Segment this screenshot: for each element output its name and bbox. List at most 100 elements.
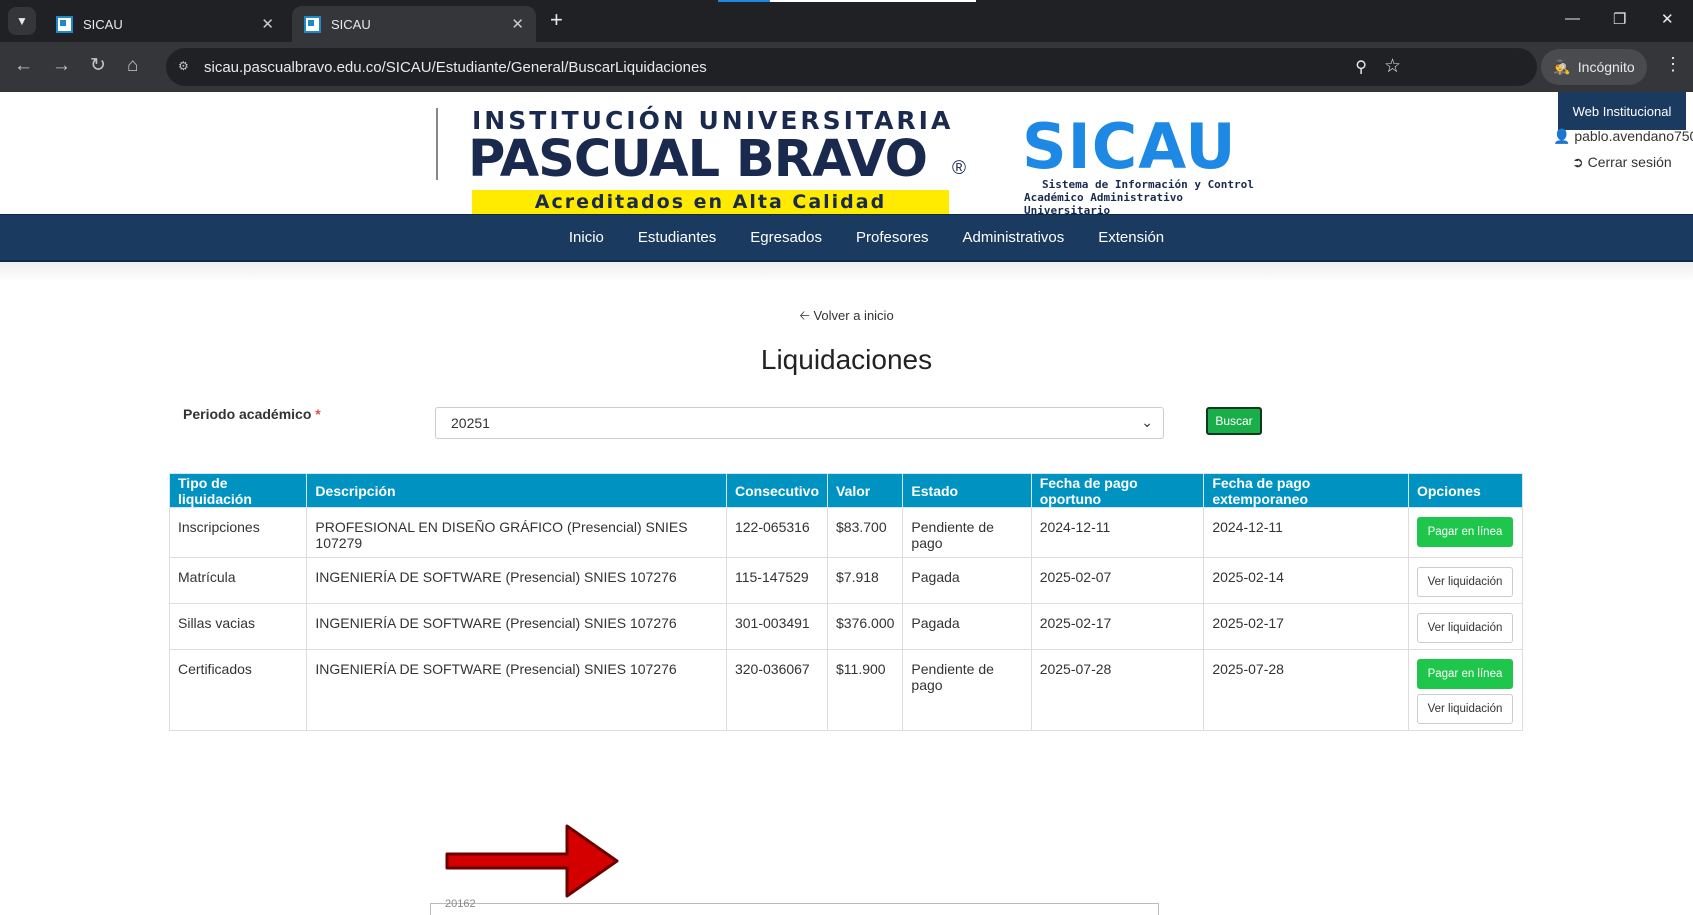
cell-descripcion: INGENIERÍA DE SOFTWARE (Presencial) SNIE… — [306, 603, 727, 650]
cell-oportuno: 2025-02-17 — [1030, 603, 1205, 650]
site-header: INSTITUCIÓN UNIVERSITARIA PASCUAL BRAVO … — [0, 92, 1693, 217]
cell-extemporaneo: 2025-07-28 — [1203, 649, 1409, 731]
col-tipo: Tipo de liquidación — [168, 473, 308, 508]
table-row: Inscripciones PROFESIONAL EN DISEÑO GRÁF… — [168, 507, 1524, 558]
username: pablo.avendano750 — [1574, 128, 1693, 144]
cell-oportuno: 2024-12-11 — [1030, 507, 1205, 558]
partial-period-value: 20162 — [445, 898, 476, 910]
incognito-profile-button[interactable]: 🕵 Incógnito — [1541, 49, 1647, 85]
cell-descripcion: PROFESIONAL EN DISEÑO GRÁFICO (Presencia… — [306, 507, 727, 558]
close-tab-icon[interactable]: ✕ — [261, 15, 274, 33]
nav-shadow — [0, 262, 1693, 282]
table-row: Matrícula INGENIERÍA DE SOFTWARE (Presen… — [168, 557, 1524, 604]
sicau-logo[interactable]: SICAU Sistema de Información y Control A… — [1020, 110, 1260, 217]
browser-tab[interactable]: SICAU ✕ — [44, 6, 286, 42]
pascual-bravo-logo[interactable]: INSTITUCIÓN UNIVERSITARIA PASCUAL BRAVO … — [436, 102, 976, 214]
cell-valor: $83.700 — [826, 507, 904, 558]
cell-consecutivo: 115-147529 — [725, 557, 829, 604]
nav-item-estudiantes[interactable]: Estudiantes — [638, 229, 716, 246]
logout-link[interactable]: ➲ Cerrar sesión — [1572, 154, 1672, 171]
view-liquidation-button[interactable]: Ver liquidación — [1416, 694, 1513, 724]
view-liquidation-button[interactable]: Ver liquidación — [1416, 567, 1513, 597]
nav-item-inicio[interactable]: Inicio — [569, 229, 604, 246]
period-select-value: 20251 — [451, 415, 490, 431]
web-institucional-button[interactable]: Web Institucional — [1558, 92, 1686, 130]
user-info: 👤 pablo.avendano750 — [1553, 128, 1693, 145]
cell-consecutivo: 320-036067 — [725, 649, 829, 731]
institution-slogan: Acreditados en Alta Calidad — [472, 190, 949, 214]
page-title: Liquidaciones — [760, 344, 933, 375]
liquidaciones-table: Tipo de liquidación Descripción Consecut… — [168, 473, 1524, 731]
cell-extemporaneo: 2025-02-17 — [1203, 603, 1409, 650]
site-info-icon[interactable]: ⚙ — [178, 59, 194, 75]
bookmark-star-icon[interactable]: ☆ — [1384, 55, 1401, 78]
user-icon: 👤 — [1553, 128, 1571, 144]
table-row: Certificados INGENIERÍA DE SOFTWARE (Pre… — [168, 649, 1524, 731]
table-header-row: Tipo de liquidación Descripción Consecut… — [168, 473, 1524, 508]
cell-estado: Pagada — [902, 603, 1032, 650]
cell-valor: $7.918 — [826, 557, 904, 604]
nav-item-extension[interactable]: Extensión — [1098, 229, 1164, 246]
sicau-subtitle-1: Sistema de Información y Control — [1042, 178, 1254, 191]
cell-descripcion: INGENIERÍA DE SOFTWARE (Presencial) SNIE… — [306, 649, 727, 731]
cell-oportuno: 2025-02-07 — [1030, 557, 1205, 604]
browser-tab-strip: ▼ SICAU ✕ SICAU ✕ + — ❐ ✕ — [0, 0, 1693, 42]
nav-item-egresados[interactable]: Egresados — [750, 229, 822, 246]
back-link-label: Volver a inicio — [813, 308, 894, 323]
cell-estado: Pendiente de pago — [902, 507, 1032, 558]
sicau-favicon-icon — [56, 15, 73, 33]
ministry-mark — [436, 108, 456, 180]
cell-extemporaneo: 2025-02-14 — [1203, 557, 1409, 604]
col-descripcion: Descripción — [306, 473, 727, 508]
cell-estado: Pendiente de pago — [902, 649, 1032, 731]
sicau-favicon-icon — [304, 15, 321, 33]
col-consecutivo: Consecutivo — [725, 473, 829, 508]
cell-consecutivo: 122-065316 — [725, 507, 829, 558]
browser-tab-active[interactable]: SICAU ✕ — [292, 6, 536, 42]
tab-search-chevron-icon[interactable]: ▼ — [8, 7, 36, 35]
search-button[interactable]: Buscar — [1206, 407, 1262, 435]
period-label: Periodo académico * — [183, 406, 321, 422]
view-liquidation-button[interactable]: Ver liquidación — [1416, 613, 1513, 643]
pay-online-button[interactable]: Pagar en línea — [1416, 659, 1513, 689]
cell-tipo: Sillas vacias — [168, 603, 308, 650]
incognito-icon: 🕵 — [1553, 58, 1571, 75]
cell-estado: Pagada — [902, 557, 1032, 604]
period-select[interactable]: 20251 ⌄ — [435, 407, 1164, 439]
new-tab-plus-icon[interactable]: + — [550, 9, 563, 31]
col-oportuno: Fecha de pago oportuno — [1030, 473, 1205, 508]
partial-period-select[interactable]: 20162 — [430, 898, 1159, 915]
back-arrow-icon[interactable]: ← — [14, 55, 33, 77]
close-window-icon[interactable]: ✕ — [1661, 10, 1674, 28]
zoom-magnifier-icon[interactable]: ⚲ — [1355, 57, 1367, 77]
arrow-left-icon: 🡠 — [799, 308, 810, 323]
pay-online-button[interactable]: Pagar en línea — [1416, 517, 1513, 547]
tab-title: SICAU — [331, 16, 371, 32]
period-label-text: Periodo académico — [183, 406, 312, 422]
minimize-icon[interactable]: — — [1565, 10, 1580, 27]
cell-opciones: Ver liquidación — [1407, 603, 1524, 650]
url-text[interactable]: sicau.pascualbravo.edu.co/SICAU/Estudian… — [204, 59, 707, 76]
address-bar[interactable]: ⚙ sicau.pascualbravo.edu.co/SICAU/Estudi… — [166, 48, 1537, 86]
tab-title: SICAU — [83, 16, 123, 32]
forward-arrow-icon[interactable]: → — [52, 55, 71, 77]
back-to-home-link[interactable]: 🡠 Volver a inicio — [0, 307, 1693, 329]
nav-item-profesores[interactable]: Profesores — [856, 229, 929, 246]
close-tab-icon[interactable]: ✕ — [511, 15, 524, 33]
cell-consecutivo: 301-003491 — [725, 603, 829, 650]
main-navigation: Inicio Estudiantes Egresados Profesores … — [0, 214, 1693, 262]
cell-descripcion: INGENIERÍA DE SOFTWARE (Presencial) SNIE… — [306, 557, 727, 604]
chevron-down-icon: ⌄ — [1141, 414, 1153, 430]
home-icon[interactable]: ⌂ — [127, 55, 138, 77]
restore-window-icon[interactable]: ❐ — [1613, 10, 1626, 28]
col-opciones: Opciones — [1407, 473, 1524, 508]
nav-item-administrativos[interactable]: Administrativos — [963, 229, 1065, 246]
col-estado: Estado — [902, 473, 1032, 508]
logout-label: Cerrar sesión — [1587, 154, 1672, 170]
browser-menu-icon[interactable]: ⋮ — [1664, 54, 1682, 74]
sicau-wordmark: SICAU — [1022, 110, 1237, 183]
annotation-red-arrow-icon — [445, 824, 619, 898]
col-extemporaneo: Fecha de pago extemporaneo — [1203, 473, 1409, 508]
reload-icon[interactable]: ↻ — [90, 55, 106, 77]
cell-valor: $11.900 — [826, 649, 904, 731]
